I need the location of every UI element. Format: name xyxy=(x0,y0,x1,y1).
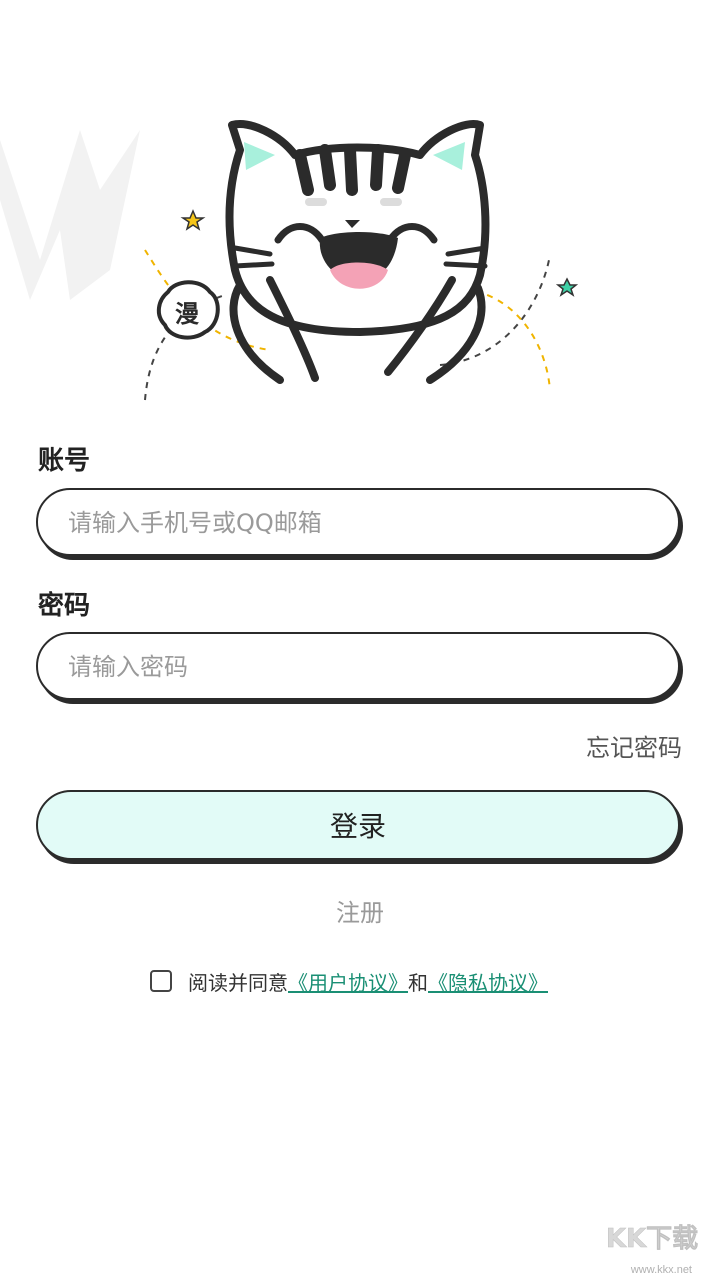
account-input[interactable] xyxy=(66,490,650,556)
watermark-brand-text: KK下载 xyxy=(606,1224,698,1254)
yellow-star-icon xyxy=(180,209,206,231)
password-label: 密码 xyxy=(38,591,91,621)
account-field[interactable] xyxy=(36,488,680,556)
agreement-conj-text: 和 xyxy=(408,970,428,995)
badge-text: 漫 xyxy=(175,300,199,328)
cat-mascot-illustration: 漫 xyxy=(144,120,579,401)
manga-badge-icon: 漫 xyxy=(156,280,220,340)
agreement-checkbox[interactable] xyxy=(150,970,172,992)
login-button[interactable]: 登录 xyxy=(36,790,680,860)
account-label: 账号 xyxy=(38,446,91,476)
password-input[interactable] xyxy=(66,634,650,700)
user-agreement-link[interactable]: 《用户协议》 xyxy=(288,967,408,996)
forgot-password-link[interactable]: 忘记密码 xyxy=(586,728,682,763)
register-link[interactable]: 注册 xyxy=(0,893,720,928)
watermark-url: www.kkx.net xyxy=(630,1264,692,1276)
privacy-agreement-link[interactable]: 《隐私协议》 xyxy=(428,967,548,996)
mint-star-icon xyxy=(555,277,579,297)
agreement-prefix-text: 阅读并同意 xyxy=(188,970,288,995)
agreement-row: 阅读并同意 《用户协议》 和 《隐私协议》 xyxy=(150,966,548,996)
watermark-logo: KK下载 xyxy=(606,1224,699,1255)
password-field[interactable] xyxy=(36,632,680,700)
